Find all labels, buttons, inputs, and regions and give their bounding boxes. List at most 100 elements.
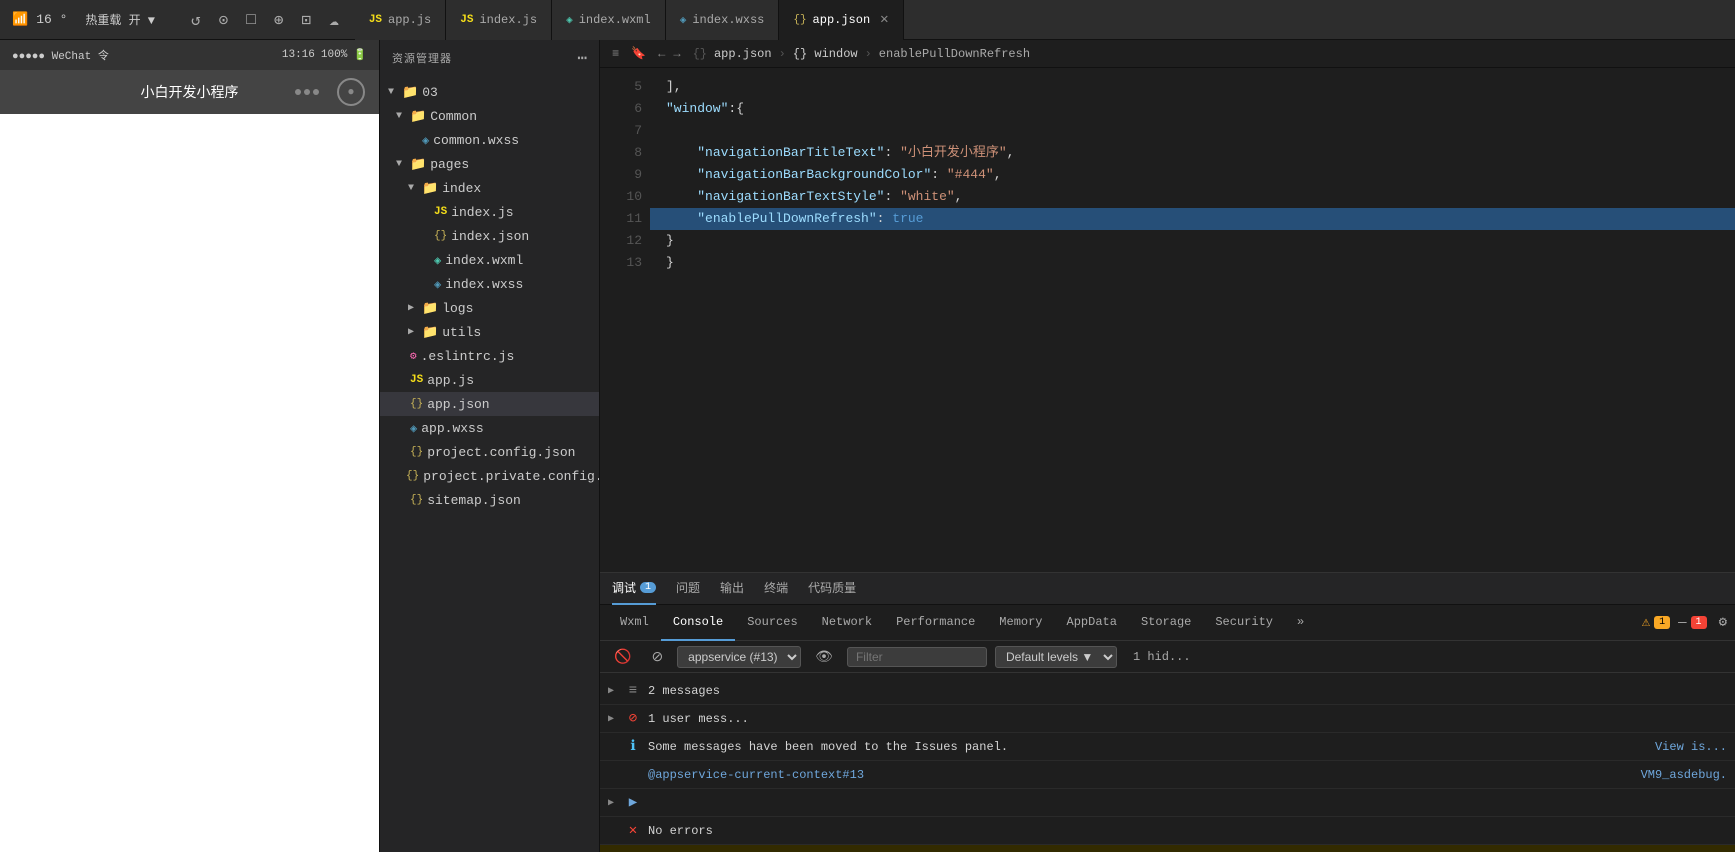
tree-item-index-json[interactable]: ▶ {} index.json — [380, 224, 599, 248]
devtools-tab-performance[interactable]: Performance — [884, 605, 987, 641]
bottom-tab-terminal[interactable]: 终端 — [764, 573, 788, 605]
grid-icon[interactable]: ⊡ — [302, 10, 312, 30]
devtools-tab-network[interactable]: Network — [810, 605, 884, 641]
tree-item-eslintrc[interactable]: ▶ ⚙ .eslintrc.js — [380, 344, 599, 368]
tree-item-index-wxml[interactable]: ▶ ◈ index.wxml — [380, 248, 599, 272]
phone-nav-dots — [295, 89, 319, 95]
tree-item-label: index.wxml — [445, 253, 523, 268]
code-content: 5 6 7 8 9 10 11 12 13 ], "window":{ "nav… — [600, 68, 1735, 572]
bottom-panel: 调试 1 问题 输出 终端 代码质量 Wxml — [600, 572, 1735, 852]
back-icon[interactable]: ← — [658, 47, 665, 61]
console-row-noerrors[interactable]: ▶ ✕ No errors — [600, 817, 1735, 845]
toolbar-eye-btn[interactable]: 👁 — [809, 646, 839, 667]
battery-display: 100% — [321, 49, 347, 61]
tree-item-utils[interactable]: ▶ 📁 utils — [380, 320, 599, 344]
devtools-tab-appdata[interactable]: AppData — [1055, 605, 1129, 641]
bottom-tab-debug[interactable]: 调试 1 — [612, 573, 656, 605]
bookmark-icon[interactable]: 🔖 — [631, 46, 646, 61]
bottom-tab-problem[interactable]: 问题 — [676, 573, 700, 605]
tab-label: index.wxml — [579, 13, 651, 27]
tree-item-project-private[interactable]: ▶ {} project.private.config.js... — [380, 464, 599, 488]
folder-icon: 📁 — [410, 157, 426, 172]
tree-item-pages[interactable]: ▼ 📁 pages — [380, 152, 599, 176]
tab-label: Security — [1215, 615, 1273, 629]
code-line-5: ], — [650, 76, 1735, 98]
debug-badge: 1 — [640, 582, 656, 593]
service-selector[interactable]: appservice (#13) — [677, 646, 801, 668]
toolbar-filter-btn[interactable]: ⊘ — [645, 646, 669, 667]
code-line-13: } — [650, 252, 1735, 274]
multi-window-icon[interactable]: ⊕ — [274, 10, 284, 30]
tree-item-label: index.json — [451, 229, 529, 244]
line-numbers: 5 6 7 8 9 10 11 12 13 — [600, 68, 650, 572]
right-panel-tabs: ⚠ 1 — 1 ⚙ — [1642, 614, 1735, 631]
json-file-icon: {} — [410, 446, 423, 458]
tab-index-wxml[interactable]: ◈ index.wxml — [552, 0, 666, 40]
devtools-tab-more[interactable]: » — [1285, 605, 1316, 641]
levels-selector[interactable]: Default levels ▼ — [995, 646, 1117, 668]
line-num-8: 8 — [600, 142, 642, 164]
bottom-tab-output[interactable]: 输出 — [720, 573, 744, 605]
tree-item-project-config[interactable]: ▶ {} project.config.json — [380, 440, 599, 464]
close-icon[interactable]: ✕ — [880, 11, 888, 28]
bottom-tab-codequality[interactable]: 代码质量 — [808, 573, 856, 605]
hotreload-status[interactable]: 热重载 开 ▼ — [85, 11, 155, 28]
console-row-context[interactable]: ▶ @appservice-current-context#13 VM9_asd… — [600, 761, 1735, 789]
menu-icon[interactable]: ≡ — [612, 47, 619, 61]
tree-item-index-wxss[interactable]: ▶ ◈ index.wxss — [380, 272, 599, 296]
console-row-messages[interactable]: ▶ ≡ 2 messages — [600, 677, 1735, 705]
tree-item-app-json[interactable]: ▶ {} app.json — [380, 392, 599, 416]
gear-icon[interactable]: ⚙ — [1719, 614, 1727, 631]
tree-item-logs[interactable]: ▶ 📁 logs — [380, 296, 599, 320]
tree-item-common-wxss[interactable]: ▶ ◈ common.wxss — [380, 128, 599, 152]
tree-item-sitemap[interactable]: ▶ {} sitemap.json — [380, 488, 599, 512]
context-link[interactable]: @appservice-current-context#13 — [648, 768, 1635, 782]
signal-icon: 📶 — [12, 12, 28, 27]
folder-arrow-icon: ▼ — [408, 183, 418, 194]
tab-label: 输出 — [720, 579, 744, 596]
tree-item-03[interactable]: ▼ 📁 03 — [380, 80, 599, 104]
tree-item-index-folder[interactable]: ▼ 📁 index — [380, 176, 599, 200]
devtools-tab-storage[interactable]: Storage — [1129, 605, 1203, 641]
explorer-more-icon[interactable]: ⋯ — [577, 48, 587, 68]
console-row-warning[interactable]: ▶ ⚠ 1 warning — [600, 845, 1735, 852]
breadcrumb-enable: enablePullDownRefresh — [879, 47, 1030, 61]
console-row-usermess[interactable]: ▶ ⊘ 1 user mess... — [600, 705, 1735, 733]
tab-app-js[interactable]: JS app.js — [355, 0, 446, 40]
tree-item-label: sitemap.json — [427, 493, 521, 508]
refresh-icon[interactable]: ↺ — [191, 10, 201, 30]
vm-link[interactable]: VM9_asdebug. — [1641, 768, 1727, 782]
code-lines[interactable]: ], "window":{ "navigationBarTitleText": … — [650, 68, 1735, 572]
console-row-info[interactable]: ▶ ℹ Some messages have been moved to the… — [600, 733, 1735, 761]
view-issues-link[interactable]: View is... — [1655, 740, 1727, 754]
devtools-tab-wxml[interactable]: Wxml — [608, 605, 661, 641]
code-line-11: "enablePullDownRefresh": true — [650, 208, 1735, 230]
tab-app-json[interactable]: {} app.json ✕ — [779, 0, 903, 40]
devtools-tab-memory[interactable]: Memory — [987, 605, 1054, 641]
tree-item-app-js[interactable]: ▶ JS app.js — [380, 368, 599, 392]
expand-icon: ▶ — [608, 713, 618, 725]
tree-item-common[interactable]: ▼ 📁 Common — [380, 104, 599, 128]
main-area: ●●●●● WeChat 令 13:16 100% 🔋 小白开发小程序 ● 资源… — [0, 40, 1735, 852]
device-icon[interactable]: □ — [246, 11, 256, 29]
phone-nav-title: 小白开发小程序 — [141, 82, 239, 102]
line-num-12: 12 — [600, 230, 642, 252]
code-line-7 — [650, 120, 1735, 142]
console-row-arrow[interactable]: ▶ ▶ — [600, 789, 1735, 817]
upload-icon[interactable]: ☁ — [329, 10, 339, 30]
file-explorer: 资源管理器 ⋯ ▼ 📁 03 ▼ 📁 Common ▶ ◈ common.wxs… — [380, 40, 600, 852]
tab-index-wxss[interactable]: ◈ index.wxss — [666, 0, 780, 40]
json-file-icon: {} — [406, 470, 419, 482]
devtools-tab-security[interactable]: Security — [1203, 605, 1285, 641]
tree-item-index-js[interactable]: ▶ JS index.js — [380, 200, 599, 224]
tab-label: Wxml — [620, 615, 649, 629]
devtools-tab-console[interactable]: Console — [661, 605, 735, 641]
filter-input[interactable] — [847, 647, 987, 667]
forward-icon[interactable]: → — [673, 47, 680, 61]
toolbar-clear-btn[interactable]: 🚫 — [608, 646, 637, 667]
tree-item-app-wxss[interactable]: ▶ ◈ app.wxss — [380, 416, 599, 440]
json-file-icon: {} — [434, 230, 447, 242]
record-icon[interactable]: ⊙ — [219, 10, 229, 30]
devtools-tab-sources[interactable]: Sources — [735, 605, 809, 641]
tab-index-js[interactable]: JS index.js — [446, 0, 552, 40]
